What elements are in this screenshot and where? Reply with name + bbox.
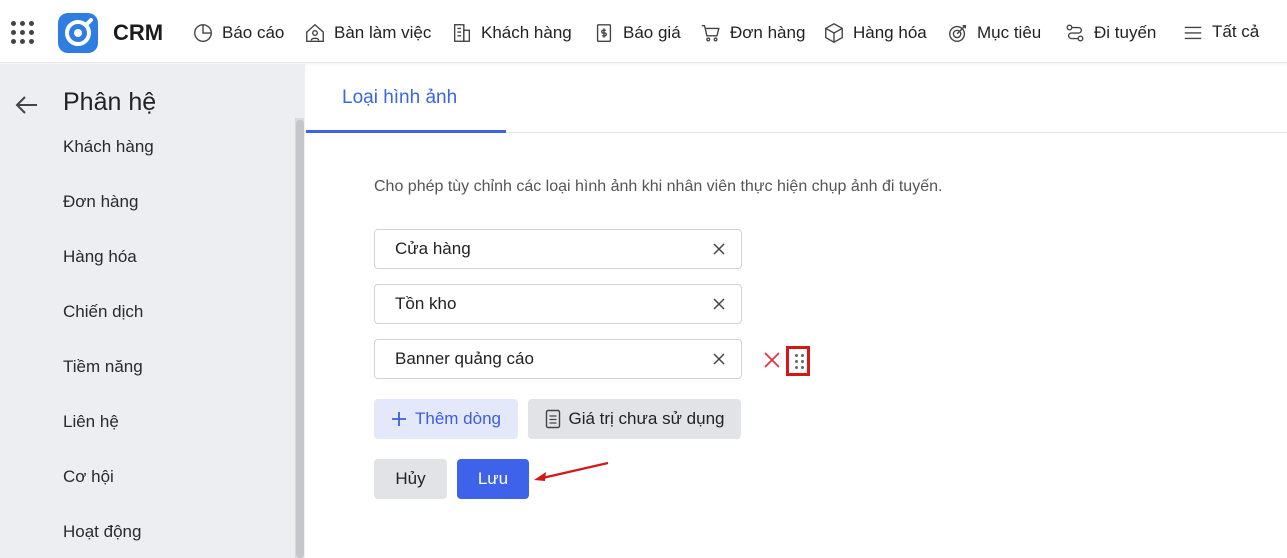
- building-icon: [453, 24, 471, 42]
- unused-values-button[interactable]: Giá trị chưa sử dụng: [528, 399, 741, 439]
- nav-muc-tieu[interactable]: Mục tiêu: [947, 20, 1041, 46]
- nav-label: Đơn hàng: [730, 23, 806, 42]
- drag-handle-icon[interactable]: [786, 346, 810, 376]
- back-arrow-icon[interactable]: [14, 92, 40, 118]
- document-icon: [545, 409, 560, 429]
- unused-values-label: Giá trị chưa sử dụng: [568, 409, 725, 428]
- image-type-input[interactable]: [395, 348, 695, 370]
- sidebar-item-tiem-nang[interactable]: Tiềm năng: [63, 357, 143, 377]
- sidebar-item-khach-hang[interactable]: Khách hàng: [63, 137, 154, 157]
- sidebar-item-chien-dich[interactable]: Chiến dịch: [63, 302, 143, 322]
- cart-icon: [701, 24, 720, 42]
- tab-loai-hinh-anh[interactable]: Loại hình ảnh: [342, 87, 457, 109]
- brand-name[interactable]: CRM: [113, 20, 163, 46]
- save-button[interactable]: Lưu: [457, 459, 529, 499]
- sidebar-item-co-hoi[interactable]: Cơ hội: [63, 467, 114, 487]
- add-row-label: Thêm dòng: [415, 409, 501, 428]
- crm-logo-icon[interactable]: [58, 13, 98, 53]
- nav-ban-lam-viec[interactable]: Bàn làm việc: [304, 20, 431, 46]
- nav-khach-hang[interactable]: Khách hàng: [451, 20, 572, 46]
- top-navbar: CRM Báo cáo Bàn làm việc Khách hàng Báo …: [0, 0, 1287, 63]
- nav-hang-hoa[interactable]: Hàng hóa: [823, 20, 927, 46]
- nav-don-hang[interactable]: Đơn hàng: [700, 20, 805, 46]
- quote-doc-icon: [596, 24, 612, 42]
- cancel-button[interactable]: Hủy: [374, 459, 447, 499]
- image-type-field: [374, 339, 742, 379]
- nav-bao-gia[interactable]: Báo giá: [593, 20, 681, 46]
- target-icon: [949, 24, 967, 42]
- pie-chart-icon: [194, 24, 212, 42]
- nav-label: Tất cả: [1212, 22, 1260, 41]
- image-type-field: [374, 229, 742, 269]
- app-grid-icon[interactable]: [11, 21, 35, 45]
- nav-label: Khách hàng: [481, 23, 572, 42]
- nav-tat-ca[interactable]: Tất cả: [1182, 19, 1259, 45]
- image-type-input[interactable]: [395, 293, 695, 315]
- route-icon: [1066, 24, 1084, 42]
- nav-label: Bàn làm việc: [334, 23, 432, 42]
- description-text: Cho phép tùy chỉnh các loại hình ảnh khi…: [374, 178, 943, 195]
- clear-icon[interactable]: [709, 294, 729, 314]
- tab-active-indicator: [306, 130, 506, 133]
- box-icon: [825, 23, 843, 43]
- delete-row-icon[interactable]: [762, 350, 782, 370]
- nav-label: Đi tuyến: [1094, 23, 1157, 42]
- annotation-arrow-icon: [534, 461, 609, 481]
- sidebar-item-hoat-dong[interactable]: Hoạt động: [63, 522, 141, 542]
- image-type-field: [374, 284, 742, 324]
- nav-label: Mục tiêu: [977, 23, 1042, 42]
- sidebar-title: Phân hệ: [63, 88, 157, 116]
- nav-label: Báo giá: [623, 23, 681, 42]
- image-type-input[interactable]: [395, 238, 695, 260]
- nav-label: Hàng hóa: [853, 23, 927, 42]
- clear-icon[interactable]: [709, 349, 729, 369]
- add-row-button[interactable]: Thêm dòng: [374, 399, 518, 439]
- clear-icon[interactable]: [709, 239, 729, 259]
- sidebar-item-lien-he[interactable]: Liên hệ: [63, 412, 119, 432]
- menu-icon: [1184, 26, 1202, 40]
- nav-di-tuyen[interactable]: Đi tuyến: [1064, 20, 1156, 46]
- sidebar-item-don-hang[interactable]: Đơn hàng: [63, 192, 138, 212]
- sidebar-scrollbar-thumb[interactable]: [296, 120, 304, 558]
- nav-bao-cao[interactable]: Báo cáo: [192, 20, 284, 46]
- plus-icon: [392, 412, 406, 426]
- sidebar-item-hang-hoa[interactable]: Hàng hóa: [63, 247, 137, 267]
- nav-label: Báo cáo: [222, 23, 285, 42]
- home-user-icon: [306, 23, 324, 42]
